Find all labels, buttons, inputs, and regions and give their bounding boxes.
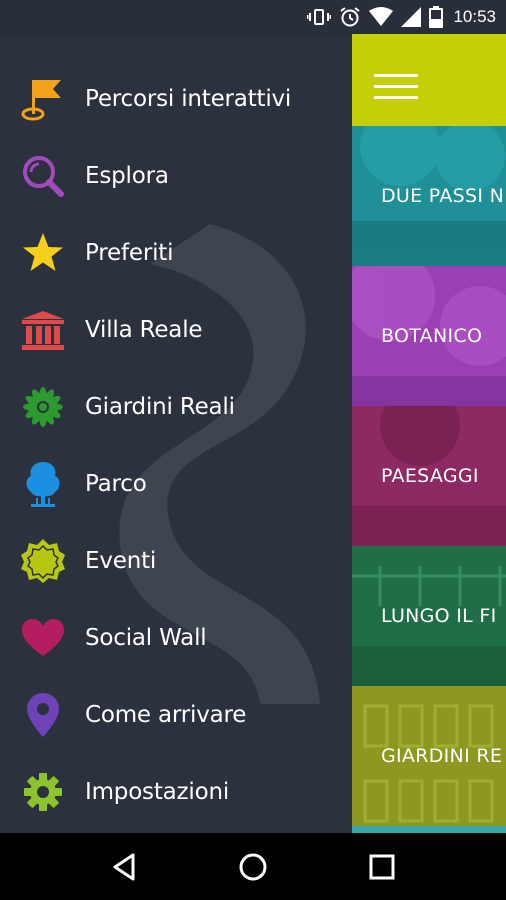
alarm-icon	[339, 6, 361, 28]
wifi-icon	[369, 7, 394, 27]
menu-item-esplora[interactable]: Esplora	[0, 137, 352, 214]
tile-label: PAESAGGI	[381, 465, 479, 487]
vibrate-icon	[307, 7, 332, 27]
menu-item-label: Preferiti	[85, 239, 174, 266]
menu-item-label: Come arrivare	[85, 701, 247, 728]
signal-icon	[401, 7, 422, 27]
flag-pin-icon	[20, 76, 66, 122]
menu-item-label: Giardini Reali	[85, 393, 235, 420]
tile-label: GIARDINI RE	[381, 745, 503, 767]
tile-label: DUE PASSI N	[381, 185, 505, 207]
tile-label: LUNGO IL FI	[381, 605, 497, 627]
gear-icon	[20, 769, 66, 815]
menu-item-impostazioni[interactable]: Impostazioni	[0, 753, 352, 830]
menu-item-eventi[interactable]: Eventi	[0, 522, 352, 599]
tree-icon	[20, 461, 66, 507]
menu-item-label: Impostazioni	[85, 778, 230, 805]
home-icon[interactable]	[223, 837, 283, 897]
building-icon	[20, 307, 66, 353]
menu-item-percorsi-interattivi[interactable]: Percorsi interattivi	[0, 60, 352, 137]
battery-icon	[429, 6, 444, 28]
flower-icon	[20, 384, 66, 430]
menu-item-social-wall[interactable]: Social Wall	[0, 599, 352, 676]
menu-item-label: Villa Reale	[85, 316, 203, 343]
menu-item-giardini-reali[interactable]: Giardini Reali	[0, 368, 352, 445]
badge-icon	[20, 538, 66, 584]
heart-icon	[20, 615, 66, 661]
menu-item-come-arrivare[interactable]: Come arrivare	[0, 676, 352, 753]
menu-item-villa-reale[interactable]: Villa Reale	[0, 291, 352, 368]
status-bar: 10:53	[0, 0, 506, 34]
back-icon[interactable]	[94, 837, 154, 897]
navigation-drawer: Percorsi interattivi Esplora Preferiti V…	[0, 34, 352, 833]
menu-item-label: Percorsi interattivi	[85, 85, 292, 112]
menu-item-label: Esplora	[85, 162, 169, 189]
menu-item-parco[interactable]: Parco	[0, 445, 352, 522]
search-icon	[20, 153, 66, 199]
recents-icon[interactable]	[352, 837, 412, 897]
star-icon	[20, 230, 66, 276]
location-pin-icon	[20, 692, 66, 738]
menu-item-label: Parco	[85, 470, 147, 497]
menu-item-label: Eventi	[85, 547, 157, 574]
tile-label: BOTANICO	[381, 325, 483, 347]
menu-item-label: Social Wall	[85, 624, 207, 651]
system-nav-bar	[0, 833, 506, 900]
hamburger-menu-icon[interactable]	[374, 74, 418, 100]
menu-item-preferiti[interactable]: Preferiti	[0, 214, 352, 291]
status-time: 10:53	[453, 7, 496, 26]
